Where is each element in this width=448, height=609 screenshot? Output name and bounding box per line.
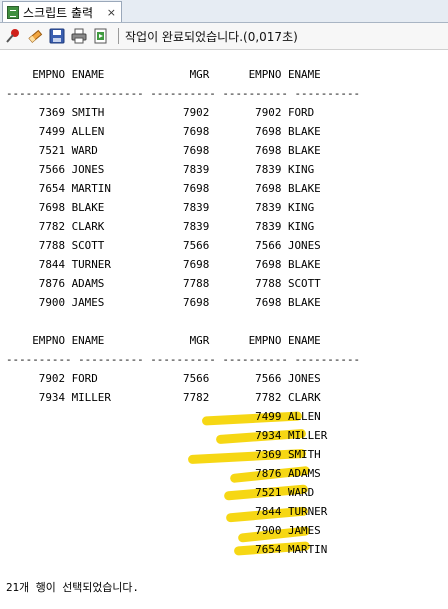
output-line: 7876 ADAMS: [6, 467, 321, 480]
save-icon[interactable]: [48, 27, 66, 45]
output-line: 7566 JONES 7839 7839 KING: [6, 163, 315, 176]
output-line: 7788 SCOTT 7566 7566 JONES: [6, 239, 321, 252]
output-line: 7499 ALLEN: [6, 410, 321, 423]
pin-icon[interactable]: [4, 27, 22, 45]
status-message: 작업이 완료되었습니다.(0,017초): [125, 29, 298, 44]
output-line: 7654 MARTIN 7698 7698 BLAKE: [6, 182, 321, 195]
close-icon[interactable]: ×: [107, 6, 116, 19]
output-line: 7900 JAMES: [6, 524, 321, 537]
toolbar: 작업이 완료되었습니다.(0,017초): [0, 23, 448, 50]
output-line: 21개 행이 선택되었습니다.: [6, 581, 139, 594]
toolbar-separator: [118, 28, 119, 44]
output-text: EMPNO ENAME MGR EMPNO ENAME ---------- -…: [6, 65, 360, 597]
output-line: EMPNO ENAME MGR EMPNO ENAME: [6, 334, 321, 347]
output-line: 7934 MILLER: [6, 429, 328, 442]
output-line: 7698 BLAKE 7839 7839 KING: [6, 201, 315, 214]
output-line: 7499 ALLEN 7698 7698 BLAKE: [6, 125, 321, 138]
script-output-icon: [7, 5, 19, 19]
output-line: 7876 ADAMS 7788 7788 SCOTT: [6, 277, 321, 290]
output-line: 7902 FORD 7566 7566 JONES: [6, 372, 321, 385]
tab-bar: 스크립트 출력 ×: [0, 0, 448, 23]
output-line: EMPNO ENAME MGR EMPNO ENAME: [6, 68, 321, 81]
output-line: 7844 TURNER: [6, 505, 328, 518]
output-line: ---------- ---------- ---------- -------…: [6, 87, 361, 100]
output-line: 7934 MILLER 7782 7782 CLARK: [6, 391, 321, 404]
output-line: 7900 JAMES 7698 7698 BLAKE: [6, 296, 321, 309]
eraser-icon[interactable]: [26, 27, 44, 45]
output-line: 7782 CLARK 7839 7839 KING: [6, 220, 315, 233]
output-line: 7369 SMITH 7902 7902 FORD: [6, 106, 315, 119]
tab-script-output[interactable]: 스크립트 출력 ×: [2, 1, 122, 22]
output-line: 7369 SMITH: [6, 448, 321, 461]
script-output-pane[interactable]: EMPNO ENAME MGR EMPNO ENAME ---------- -…: [0, 50, 448, 609]
output-line: 7844 TURNER 7698 7698 BLAKE: [6, 258, 321, 271]
output-line: 7521 WARD: [6, 486, 315, 499]
output-line: 7521 WARD 7698 7698 BLAKE: [6, 144, 321, 157]
output-line: 7654 MARTIN: [6, 543, 328, 556]
export-icon[interactable]: [92, 27, 110, 45]
output-line: ---------- ---------- ---------- -------…: [6, 353, 361, 366]
print-icon[interactable]: [70, 27, 88, 45]
tab-title: 스크립트 출력: [23, 5, 94, 20]
